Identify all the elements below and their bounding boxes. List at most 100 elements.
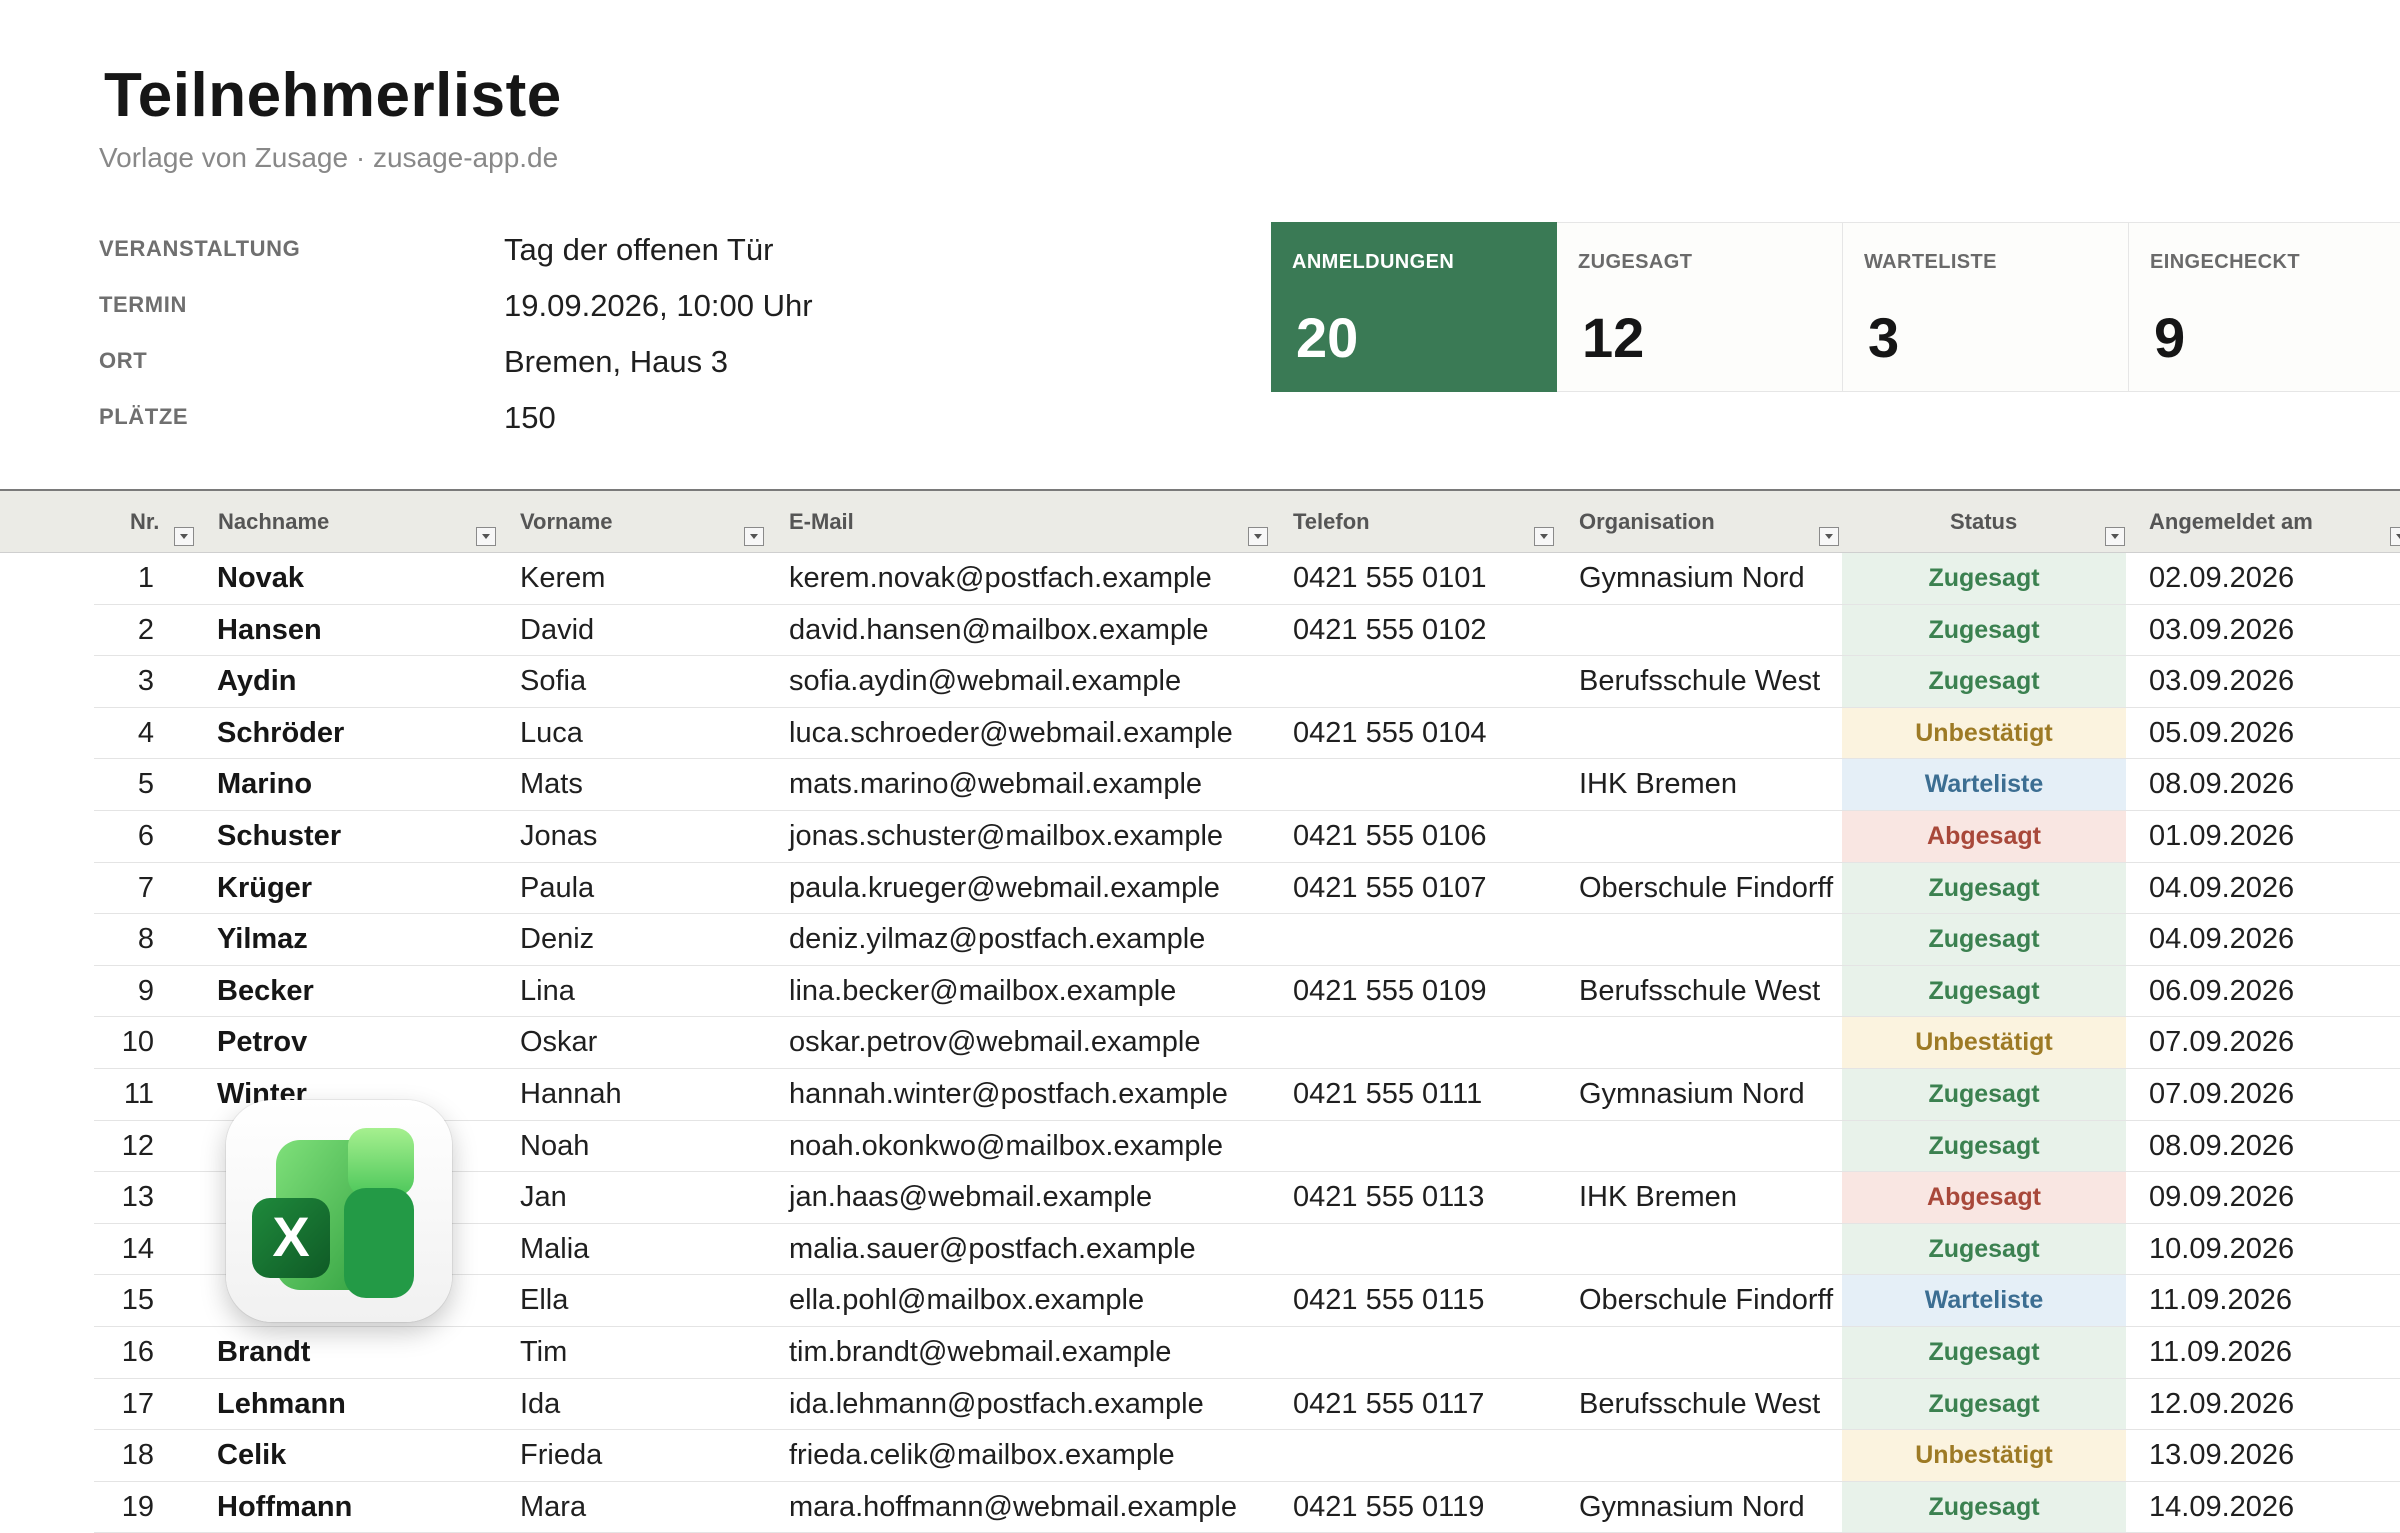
cell-nr[interactable]: 17 — [94, 1379, 154, 1430]
cell-status[interactable]: Unbestätigt — [1842, 707, 2126, 759]
cell-vorname[interactable]: Lina — [520, 966, 575, 1017]
event-value[interactable]: 19.09.2026, 10:00 Uhr — [504, 288, 813, 324]
table-row[interactable]: 6 Schuster Jonas jonas.schuster@mailbox.exa… — [94, 810, 2400, 863]
cell-nachname[interactable]: Petrov — [217, 1017, 307, 1068]
cell-telefon[interactable]: 0421 555 0111 — [1293, 1069, 1482, 1120]
cell-telefon[interactable]: 0421 555 0117 — [1293, 1379, 1484, 1430]
cell-nr[interactable]: 18 — [94, 1430, 154, 1481]
cell-organisation[interactable]: Berufsschule West — [1579, 1379, 1820, 1430]
cell-email[interactable]: frieda.celik@mailbox.example — [789, 1430, 1175, 1481]
cell-status[interactable]: Zugesagt — [1842, 656, 2126, 707]
cell-nr[interactable]: 19 — [94, 1482, 154, 1533]
cell-nachname[interactable]: Hansen — [217, 605, 322, 656]
cell-status[interactable]: Zugesagt — [1842, 1481, 2126, 1533]
cell-status[interactable]: Zugesagt — [1842, 862, 2126, 914]
cell-vorname[interactable]: Kerem — [520, 553, 605, 604]
cell-angemeldet[interactable]: 07.09.2026 — [2149, 1069, 2294, 1120]
cell-angemeldet[interactable]: 03.09.2026 — [2149, 656, 2294, 707]
cell-nr[interactable]: 6 — [94, 811, 154, 862]
table-row[interactable]: 17 Lehmann Ida ida.lehmann@postfach.example… — [94, 1378, 2400, 1431]
cell-email[interactable]: kerem.novak@postfach.example — [789, 553, 1212, 604]
cell-email[interactable]: ella.pohl@mailbox.example — [789, 1275, 1144, 1326]
cell-email[interactable]: mats.marino@webmail.example — [789, 759, 1202, 810]
cell-angemeldet[interactable]: 11.09.2026 — [2149, 1327, 2292, 1378]
cell-vorname[interactable]: Mara — [520, 1482, 586, 1533]
cell-status[interactable]: Zugesagt — [1842, 604, 2126, 656]
cell-vorname[interactable]: Hannah — [520, 1069, 622, 1120]
cell-telefon[interactable]: 0421 555 0109 — [1293, 966, 1487, 1017]
cell-telefon[interactable]: 0421 555 0115 — [1293, 1275, 1484, 1326]
cell-angemeldet[interactable]: 11.09.2026 — [2149, 1275, 2292, 1326]
cell-status[interactable]: Abgesagt — [1842, 1172, 2126, 1223]
cell-angemeldet[interactable]: 04.09.2026 — [2149, 863, 2294, 914]
cell-nachname[interactable]: Aydin — [217, 656, 296, 707]
cell-vorname[interactable]: Jan — [520, 1172, 567, 1223]
filter-dropdown-icon[interactable] — [174, 527, 194, 546]
cell-angemeldet[interactable]: 06.09.2026 — [2149, 966, 2294, 1017]
cell-nachname[interactable]: Krüger — [217, 863, 312, 914]
cell-angemeldet[interactable]: 05.09.2026 — [2149, 708, 2294, 759]
cell-nr[interactable]: 11 — [94, 1069, 154, 1120]
cell-email[interactable]: noah.okonkwo@mailbox.example — [789, 1121, 1223, 1172]
cell-status[interactable]: Zugesagt — [1842, 1120, 2126, 1172]
excel-app-icon[interactable]: X — [226, 1100, 452, 1322]
cell-vorname[interactable]: Luca — [520, 708, 583, 759]
event-value[interactable]: 150 — [504, 400, 556, 436]
cell-email[interactable]: sofia.aydin@webmail.example — [789, 656, 1181, 707]
cell-email[interactable]: oskar.petrov@webmail.example — [789, 1017, 1200, 1068]
cell-email[interactable]: jonas.schuster@mailbox.example — [789, 811, 1223, 862]
cell-organisation[interactable]: Oberschule Findorff — [1579, 1275, 1833, 1326]
column-header-angemeldet[interactable]: Angemeldet am — [2149, 509, 2313, 535]
table-row[interactable]: 16 Brandt Tim tim.brandt@webmail.example Zug… — [94, 1326, 2400, 1379]
cell-nachname[interactable]: Novak — [217, 553, 304, 604]
cell-angemeldet[interactable]: 10.09.2026 — [2149, 1224, 2294, 1275]
cell-telefon[interactable]: 0421 555 0119 — [1293, 1482, 1484, 1533]
cell-organisation[interactable]: IHK Bremen — [1579, 1172, 1737, 1223]
cell-email[interactable]: malia.sauer@postfach.example — [789, 1224, 1196, 1275]
table-row[interactable]: 2 Hansen David david.hansen@mailbox.example… — [94, 604, 2400, 657]
filter-dropdown-icon[interactable] — [2390, 527, 2400, 546]
table-row[interactable]: 3 Aydin Sofia sofia.aydin@webmail.example Be… — [94, 656, 2400, 708]
cell-nachname[interactable]: Schuster — [217, 811, 341, 862]
filter-dropdown-icon[interactable] — [1534, 527, 1554, 546]
cell-organisation[interactable]: Gymnasium Nord — [1579, 1069, 1805, 1120]
table-row[interactable]: 8 Yilmaz Deniz deniz.yilmaz@postfach.exampl… — [94, 914, 2400, 966]
column-header-vorname[interactable]: Vorname — [520, 509, 613, 535]
cell-status[interactable]: Zugesagt — [1842, 914, 2126, 965]
table-row[interactable]: 5 Marino Mats mats.marino@webmail.example IH… — [94, 759, 2400, 811]
cell-email[interactable]: mara.hoffmann@webmail.example — [789, 1482, 1237, 1533]
table-row[interactable]: 18 Celik Frieda frieda.celik@mailbox.exampl… — [94, 1430, 2400, 1482]
cell-vorname[interactable]: Noah — [520, 1121, 589, 1172]
table-row[interactable]: 1 Novak Kerem kerem.novak@postfach.example 0… — [94, 553, 2400, 605]
filter-dropdown-icon[interactable] — [744, 527, 764, 546]
cell-vorname[interactable]: Sofia — [520, 656, 586, 707]
cell-nachname[interactable]: Celik — [217, 1430, 286, 1481]
cell-angemeldet[interactable]: 01.09.2026 — [2149, 811, 2294, 862]
cell-nr[interactable]: 12 — [94, 1121, 154, 1172]
cell-vorname[interactable]: Frieda — [520, 1430, 602, 1481]
cell-nachname[interactable]: Becker — [217, 966, 314, 1017]
cell-nachname[interactable]: Schröder — [217, 708, 344, 759]
filter-dropdown-icon[interactable] — [1248, 527, 1268, 546]
cell-status[interactable]: Unbestätigt — [1842, 1430, 2126, 1481]
cell-angemeldet[interactable]: 04.09.2026 — [2149, 914, 2294, 965]
column-header-nr[interactable]: Nr. — [130, 509, 159, 535]
table-row[interactable]: 7 Krüger Paula paula.krueger@webmail.exampl… — [94, 862, 2400, 915]
cell-email[interactable]: lina.becker@mailbox.example — [789, 966, 1176, 1017]
cell-nr[interactable]: 7 — [94, 863, 154, 914]
cell-status[interactable]: Abgesagt — [1842, 810, 2126, 862]
cell-angemeldet[interactable]: 07.09.2026 — [2149, 1017, 2294, 1068]
cell-vorname[interactable]: Jonas — [520, 811, 597, 862]
cell-nr[interactable]: 8 — [94, 914, 154, 965]
cell-nachname[interactable]: Lehmann — [217, 1379, 346, 1430]
cell-nr[interactable]: 5 — [94, 759, 154, 810]
cell-status[interactable]: Zugesagt — [1842, 965, 2126, 1017]
cell-vorname[interactable]: Mats — [520, 759, 583, 810]
cell-status[interactable]: Zugesagt — [1842, 1326, 2126, 1378]
cell-vorname[interactable]: Deniz — [520, 914, 594, 965]
cell-angemeldet[interactable]: 13.09.2026 — [2149, 1430, 2294, 1481]
cell-nr[interactable]: 3 — [94, 656, 154, 707]
cell-status[interactable]: Zugesagt — [1842, 553, 2126, 604]
cell-nr[interactable]: 1 — [94, 553, 154, 604]
cell-organisation[interactable]: Gymnasium Nord — [1579, 1482, 1805, 1533]
